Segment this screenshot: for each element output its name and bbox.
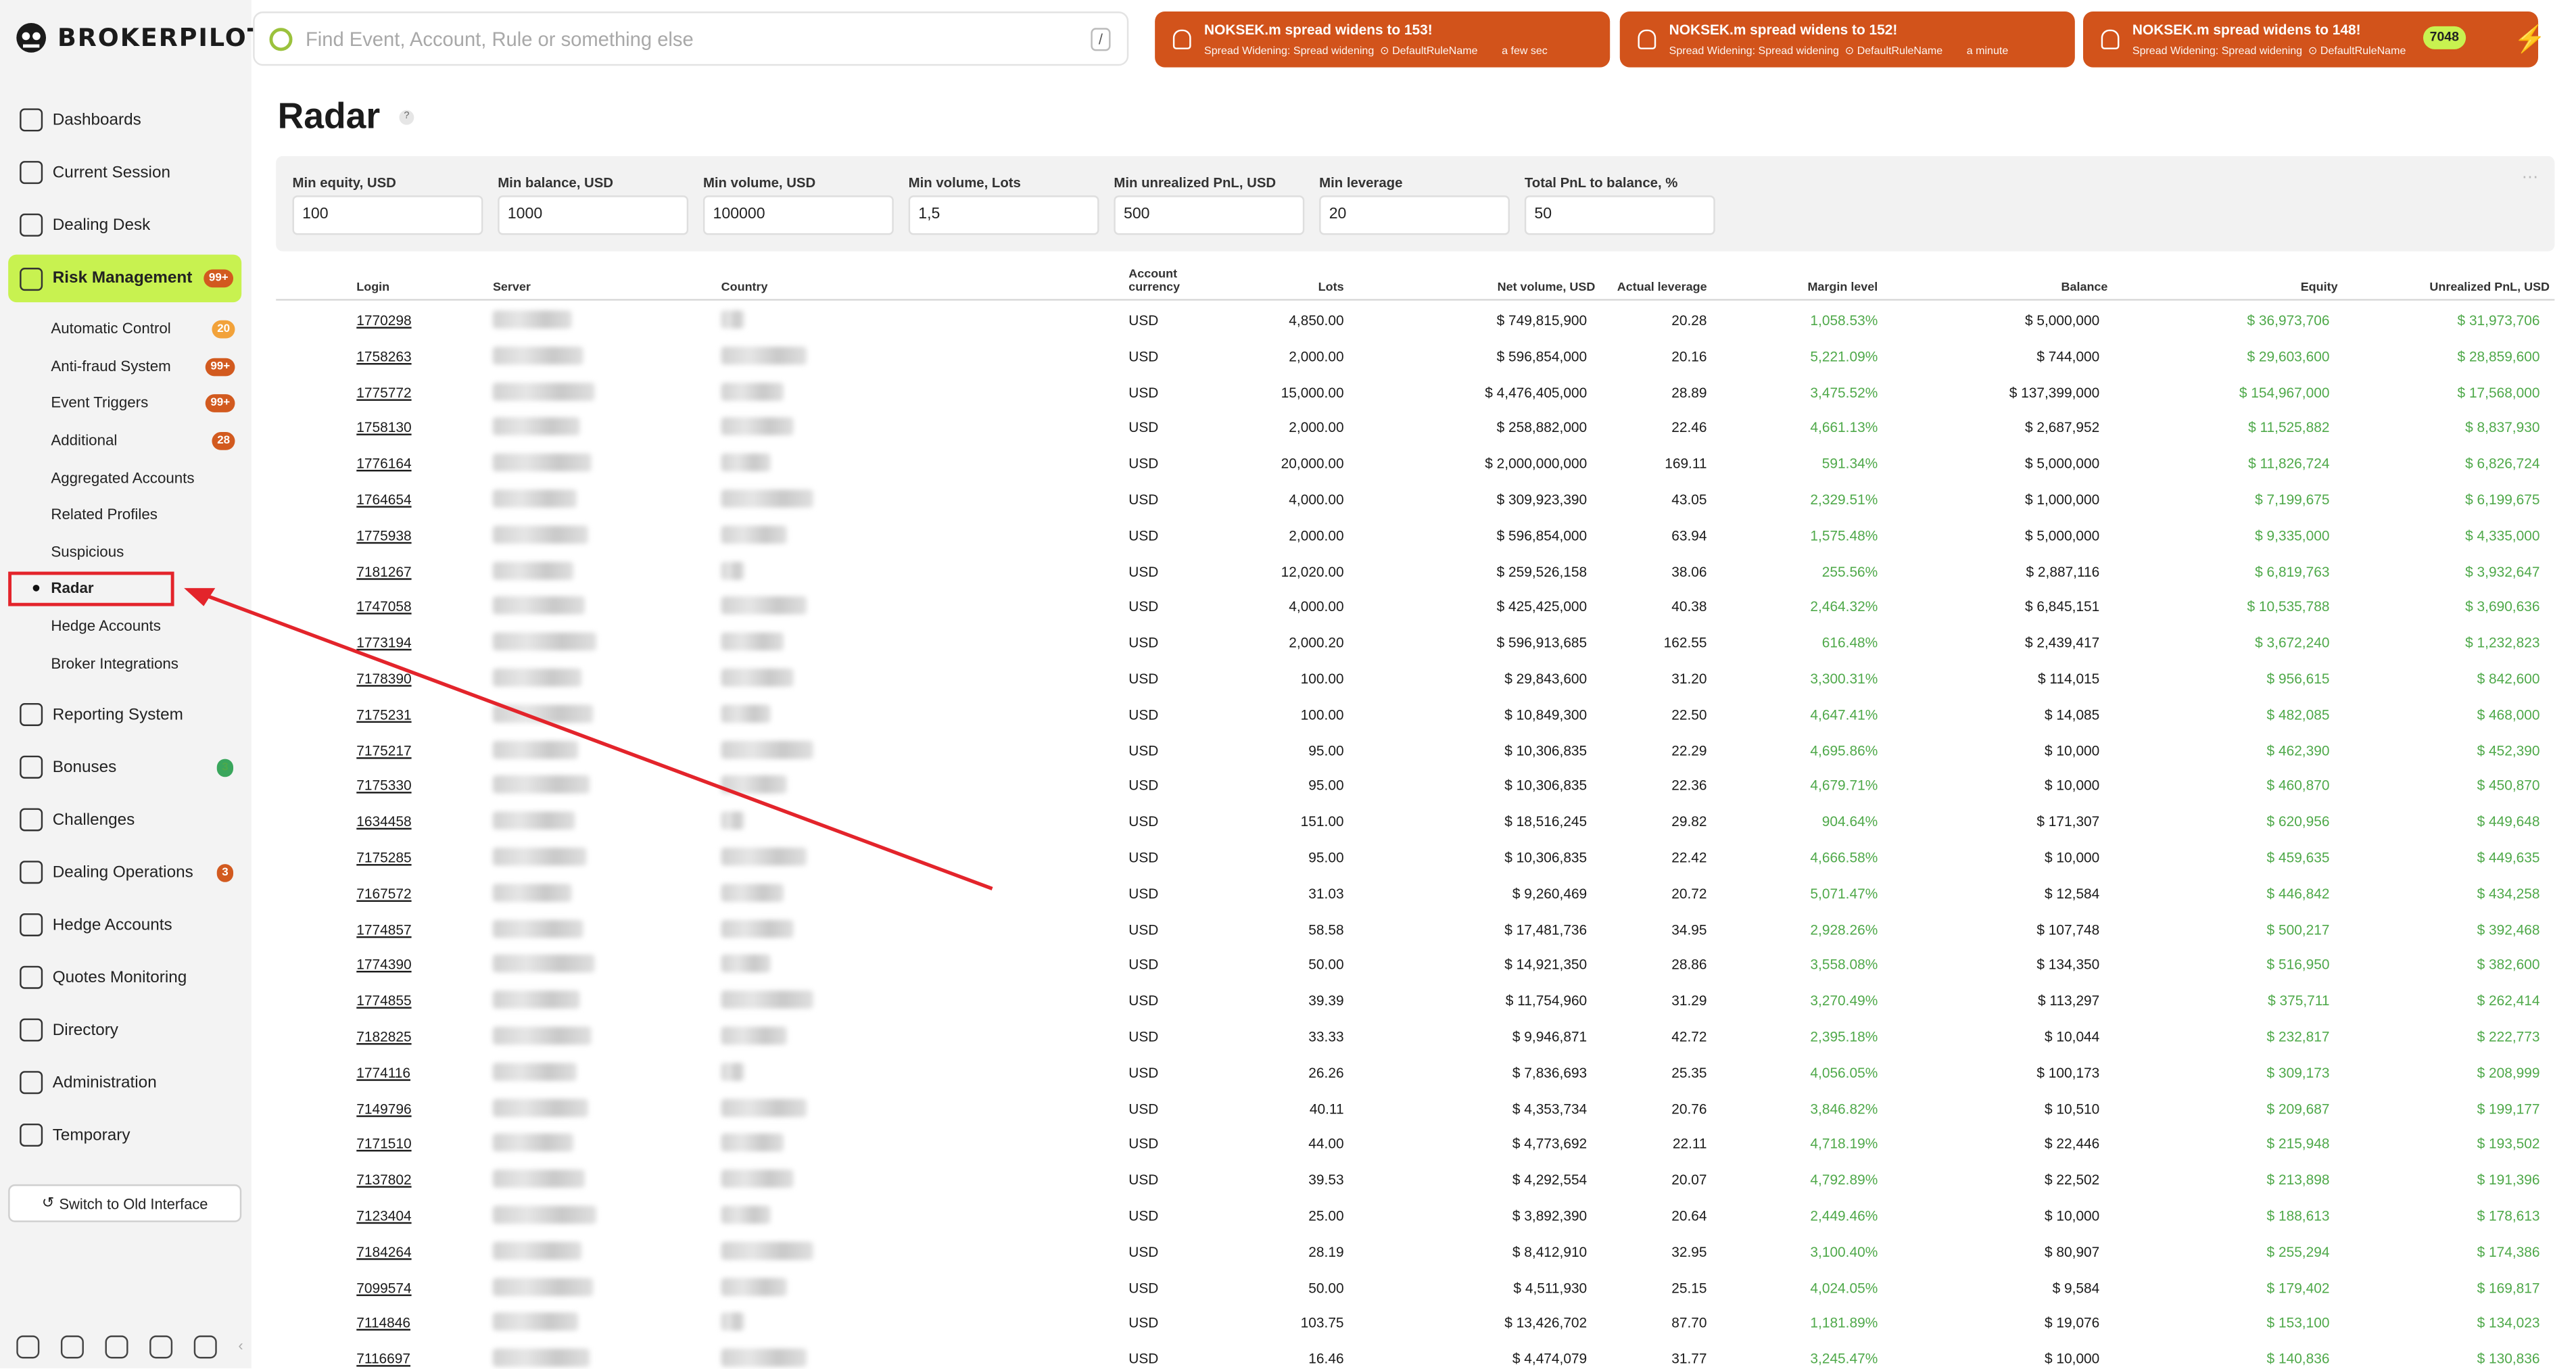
annotation-arrow <box>184 587 993 891</box>
